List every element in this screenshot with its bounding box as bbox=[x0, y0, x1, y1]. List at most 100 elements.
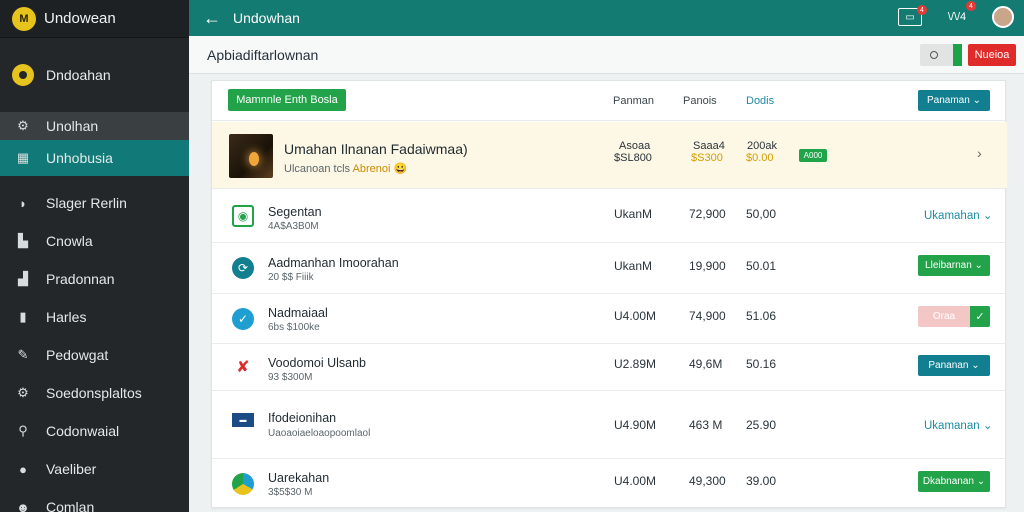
emoji-icon: 😀 bbox=[393, 163, 408, 175]
row-subtitle: 6bs $100ke bbox=[268, 322, 320, 333]
row-subtitle: Ulcanoan tcls Abrenoi 😀 bbox=[284, 162, 407, 175]
table-row[interactable]: Uarekahan 3$5$30 M U4.00M 49,300 39.00 D… bbox=[212, 459, 1007, 507]
toggle-indicator bbox=[953, 44, 962, 66]
row-subtitle-highlight: Abrenoi bbox=[352, 163, 391, 175]
column-header-3[interactable]: Dodis bbox=[746, 95, 774, 107]
cell-value: UkanM bbox=[614, 259, 653, 273]
row-name: Voodomoi Ulsanb bbox=[268, 356, 366, 370]
cell-value: 49,300 bbox=[689, 474, 726, 488]
toggle-knob bbox=[930, 51, 938, 59]
sidebar-item-5[interactable]: ▮ Harles bbox=[0, 298, 189, 336]
cell-value: 39.00 bbox=[746, 474, 777, 488]
sidebar-item-0[interactable]: ⚙ Unolhan bbox=[0, 112, 189, 140]
row-subtitle: 4A$A3B0M bbox=[268, 221, 319, 232]
table-row[interactable]: ✘ Voodomoi Ulsanb 93 $300M U2.89M 49,6M … bbox=[212, 344, 1007, 391]
wallet-icon[interactable]: \/\/4 4 bbox=[944, 1, 976, 29]
row-action-split-button[interactable]: Oraa ✓ bbox=[918, 306, 990, 327]
brand[interactable]: M Undowean bbox=[0, 0, 189, 38]
row-subtitle: 20 $$ Fiiik bbox=[268, 272, 314, 283]
table-row[interactable]: ◉ Segentan 4A$A3B0M UkanM 72,900 50,00 U… bbox=[212, 189, 1007, 243]
primary-button[interactable]: Mamnnle Enth Bosla bbox=[228, 89, 346, 111]
row-action-link[interactable]: Ukamanan ⌄ bbox=[924, 418, 992, 432]
sidebar-item-3[interactable]: ▙ Cnowla bbox=[0, 222, 189, 260]
cell-value: 74,900 bbox=[689, 309, 726, 323]
home-icon: ▙ bbox=[18, 233, 28, 248]
table-row[interactable]: ▬ Ifodeionihan Uaoaoiaeloaopoomlaol U4.9… bbox=[212, 391, 1007, 459]
cell-value: 51.06 bbox=[746, 309, 777, 323]
sidebar-item-1[interactable]: ▦ Unhobusia bbox=[0, 140, 189, 176]
sidebar-item-label: Unhobusia bbox=[46, 150, 113, 166]
column-header-2[interactable]: Panois bbox=[683, 95, 717, 107]
sidebar-item-10[interactable]: ☻ Comlan bbox=[0, 488, 189, 512]
location-icon: ● bbox=[19, 461, 27, 477]
avatar[interactable] bbox=[992, 6, 1014, 28]
page-title: Undowhan bbox=[233, 10, 300, 26]
sidebar-group-header[interactable]: Dndoahan bbox=[0, 38, 189, 112]
row-name: Umahan Ilnanan Fadaiwmaa) bbox=[284, 141, 468, 157]
row-action-dropdown[interactable]: Lleibarnan ⌄ bbox=[918, 255, 990, 276]
chevron-right-icon[interactable]: › bbox=[977, 145, 982, 161]
table-row[interactable]: Umahan Ilnanan Fadaiwmaa) Ulcanoan tcls … bbox=[212, 122, 1007, 189]
row-subtitle: 3$5$30 M bbox=[268, 487, 313, 498]
row-action-link[interactable]: Ukamahan ⌄ bbox=[924, 208, 992, 222]
back-arrow-icon[interactable]: ← bbox=[203, 8, 221, 29]
row-name: Uarekahan bbox=[268, 471, 330, 485]
sidebar-item-9[interactable]: ● Vaeliber bbox=[0, 450, 189, 488]
sidebar-item-8[interactable]: ⚲ Codonwaial bbox=[0, 412, 189, 450]
cell-value: U4.90M bbox=[614, 418, 657, 432]
row-action-label: Ukamanan bbox=[924, 420, 980, 432]
refresh-icon: ⟳ bbox=[232, 257, 254, 279]
row-action-label: Pananan bbox=[928, 360, 969, 371]
sidebar-item-label: Slager Rerlin bbox=[46, 195, 127, 211]
grid-icon: ▦ bbox=[16, 150, 30, 165]
notification-badge: 4 bbox=[917, 5, 927, 15]
sidebar-item-7[interactable]: ⚙ Soedonsplaltos bbox=[0, 374, 189, 412]
shield-icon: ◉ bbox=[232, 205, 254, 227]
top-icons: ▭ 4 \/\/4 4 bbox=[898, 1, 1014, 29]
sidebar-group-label: Dndoahan bbox=[46, 67, 111, 83]
row-action-label: Ukamahan bbox=[924, 210, 980, 222]
card-icon: ▬ bbox=[232, 413, 254, 427]
brand-logo: M bbox=[12, 6, 36, 31]
sidebar: M Undowean Dndoahan ⚙ Unolhan ▦ Unhobusi… bbox=[0, 0, 189, 512]
sidebar-item-4[interactable]: ▟ Pradonnan bbox=[0, 260, 189, 298]
check-icon[interactable]: ✓ bbox=[970, 306, 990, 327]
user-icon: ☻ bbox=[16, 499, 30, 512]
brand-name: Undowean bbox=[44, 10, 116, 27]
row-action-dropdown[interactable]: Pananan ⌄ bbox=[918, 355, 990, 376]
row-action-label[interactable]: Oraa bbox=[918, 306, 970, 327]
edit-icon: ✎ bbox=[17, 347, 29, 362]
globe-icon bbox=[232, 473, 254, 495]
column-header-1[interactable]: Panman bbox=[613, 95, 654, 107]
cell-value: U4.00M bbox=[614, 309, 657, 323]
row-action-dropdown[interactable]: Dkabnanan ⌄ bbox=[918, 471, 990, 492]
cell-value: 72,900 bbox=[689, 207, 726, 221]
main-card: Mamnnle Enth Bosla Panman Panois Dodis P… bbox=[211, 80, 1007, 508]
card-header: Mamnnle Enth Bosla Panman Panois Dodis P… bbox=[212, 81, 1007, 121]
chat-icon: ◗ bbox=[19, 195, 27, 211]
pin-icon: ✘ bbox=[236, 359, 250, 376]
settings-icon: ⚙ bbox=[17, 385, 29, 400]
sidebar-item-label: Vaeliber bbox=[46, 461, 97, 477]
cell-value: $0.00 bbox=[746, 152, 774, 164]
sidebar-item-6[interactable]: ✎ Pedowgat bbox=[0, 336, 189, 374]
notification-icon[interactable]: ▭ 4 bbox=[898, 5, 927, 26]
cell-value: 25.90 bbox=[746, 418, 777, 432]
chart-icon: ▮ bbox=[19, 309, 27, 324]
settings-icon: ⚙ bbox=[17, 118, 29, 133]
table-row[interactable]: ⟳ Aadmanhan Imoorahan 20 $$ Fiiik UkanM … bbox=[212, 243, 1007, 294]
subheader: Apbiadiftarlownan Nueioa bbox=[189, 36, 1024, 74]
check-circle-icon: ✓ bbox=[232, 308, 254, 330]
row-thumbnail bbox=[229, 134, 273, 178]
status-toggle[interactable] bbox=[920, 44, 962, 66]
cell-value: 463 M bbox=[689, 418, 723, 432]
red-action-button[interactable]: Nueioa bbox=[968, 44, 1016, 66]
table-row[interactable]: ✓ Nadmaiaal 6bs $100ke U4.00M 74,900 51.… bbox=[212, 294, 1007, 344]
search-icon: ⚲ bbox=[18, 423, 28, 438]
top-bar: ← Undowhan ▭ 4 \/\/4 4 bbox=[189, 0, 1024, 36]
sidebar-item-label: Codonwaial bbox=[46, 423, 120, 439]
sidebar-item-2[interactable]: ◗ Slager Rerlin bbox=[0, 184, 189, 222]
filter-dropdown[interactable]: Panaman ⌄ bbox=[918, 90, 990, 111]
wallet-badge: 4 bbox=[966, 1, 976, 11]
sidebar-item-label: Pedowgat bbox=[46, 347, 109, 363]
